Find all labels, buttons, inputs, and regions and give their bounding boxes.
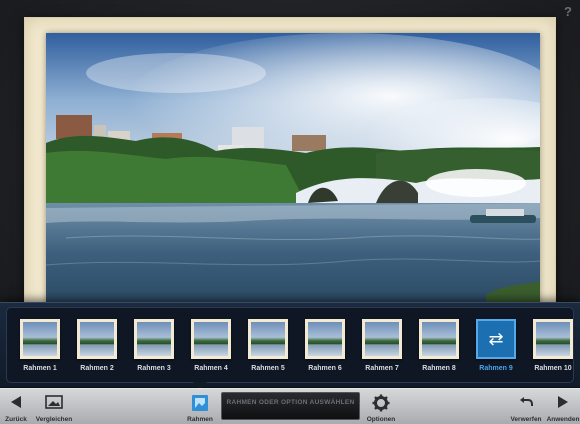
- thumb-image: [20, 319, 60, 359]
- filmstrip-track[interactable]: Rahmen 1 Rahmen 2 Rahmen 3 Rahmen 4 Rahm…: [6, 307, 574, 383]
- thumb-label: Rahmen 1: [23, 365, 57, 372]
- compare-label: Vergleichen: [35, 416, 73, 423]
- frame-thumb-9[interactable]: ⇄ Rahmen 9: [471, 319, 521, 379]
- frame-thumb-6[interactable]: Rahmen 6: [300, 319, 350, 379]
- frame-thumb-10[interactable]: Rahmen 10: [528, 319, 578, 379]
- gear-icon: [372, 394, 390, 412]
- undo-icon: [520, 397, 533, 406]
- thumb-image-selected: ⇄: [476, 319, 516, 359]
- waterfall-photo: [46, 33, 540, 305]
- back-arrow-icon: [11, 396, 21, 408]
- thumb-label: Rahmen 9: [479, 365, 513, 372]
- options-label: Optionen: [366, 416, 396, 423]
- thumb-image: [533, 319, 573, 359]
- status-text: RAHMEN ODER OPTION AUSWÄHLEN: [226, 399, 355, 406]
- back-label: Zurück: [5, 416, 27, 423]
- frame-icon: [192, 395, 208, 411]
- thumb-image: [362, 319, 402, 359]
- shuffle-icon: ⇄: [488, 329, 504, 349]
- frame-thumb-5[interactable]: Rahmen 5: [243, 319, 293, 379]
- frame-thumb-8[interactable]: Rahmen 8: [414, 319, 464, 379]
- thumb-label: Rahmen 5: [251, 365, 285, 372]
- thumb-image: [77, 319, 117, 359]
- forward-arrow-icon: [558, 396, 568, 408]
- frame-thumb-4[interactable]: Rahmen 4: [186, 319, 236, 379]
- thumb-label: Rahmen 7: [365, 365, 399, 372]
- frame-thumb-7[interactable]: Rahmen 7: [357, 319, 407, 379]
- thumb-label: Rahmen 10: [534, 365, 572, 372]
- thumb-label: Rahmen 4: [194, 365, 228, 372]
- frames-label: Rahmen: [187, 416, 213, 423]
- photo-preview: [46, 33, 540, 305]
- frame-thumb-3[interactable]: Rahmen 3: [129, 319, 179, 379]
- frames-button[interactable]: Rahmen: [182, 389, 218, 424]
- discard-label: Verwerfen: [510, 416, 542, 423]
- status-display: RAHMEN ODER OPTION AUSWÄHLEN: [221, 392, 360, 420]
- frame-thumb-2[interactable]: Rahmen 2: [72, 319, 122, 379]
- thumb-image: [191, 319, 231, 359]
- thumb-label: Rahmen 2: [80, 365, 114, 372]
- thumb-label: Rahmen 6: [308, 365, 342, 372]
- options-button[interactable]: Optionen: [362, 389, 400, 424]
- help-button[interactable]: ?: [564, 4, 572, 19]
- thumb-label: Rahmen 3: [137, 365, 171, 372]
- thumb-label: Rahmen 8: [422, 365, 456, 372]
- thumb-image: [248, 319, 288, 359]
- apply-label: Anwenden: [546, 416, 580, 423]
- frame-thumb-1[interactable]: Rahmen 1: [15, 319, 65, 379]
- frame-filmstrip: Rahmen 1 Rahmen 2 Rahmen 3 Rahmen 4 Rahm…: [0, 302, 580, 388]
- apply-button[interactable]: Anwenden: [546, 389, 580, 424]
- compare-image-icon: [45, 395, 63, 409]
- compare-button[interactable]: Vergleichen: [34, 389, 74, 424]
- frame-preview: [24, 17, 556, 317]
- thumb-image: [305, 319, 345, 359]
- back-button[interactable]: Zurück: [0, 389, 32, 424]
- thumb-image: [419, 319, 459, 359]
- discard-button[interactable]: Verwerfen: [506, 389, 546, 424]
- thumb-image: [134, 319, 174, 359]
